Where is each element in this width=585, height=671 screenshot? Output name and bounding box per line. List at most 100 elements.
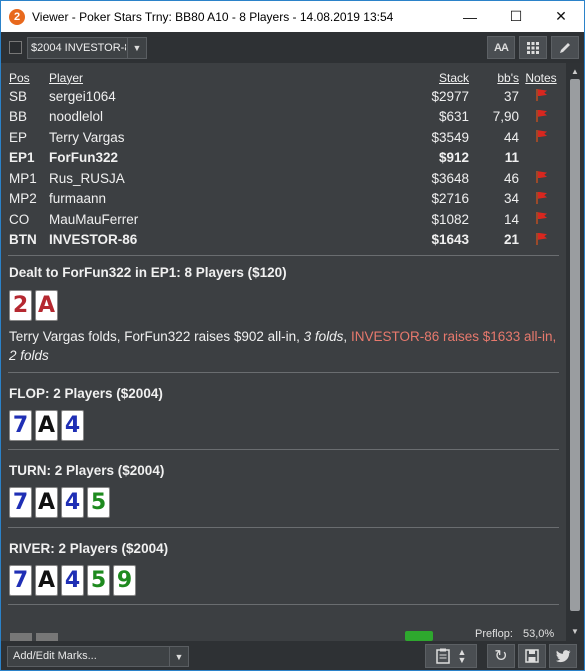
player-row[interactable]: BB noodlelol $631 7,90 [9, 107, 563, 128]
player-bbs: 7,90 [492, 109, 519, 125]
player-row[interactable]: SB sergei1064 $2977 37 [9, 86, 563, 107]
player-pos: BB [9, 109, 28, 125]
hole-cards: 2A [9, 290, 61, 321]
player-notes[interactable] [519, 127, 563, 148]
save-button[interactable] [518, 644, 546, 668]
player-row[interactable]: MP1 Rus_RUSJA $3648 46 [9, 168, 563, 189]
turn-title: TURN: 2 Players ($2004) [9, 463, 165, 478]
player-pos: CO [9, 211, 30, 227]
player-notes[interactable] [519, 86, 563, 107]
flag-icon[interactable] [534, 170, 548, 184]
player-notes[interactable] [519, 230, 563, 251]
flag-icon[interactable] [534, 232, 548, 245]
playing-card: A [35, 410, 58, 441]
player-pos: SB [9, 88, 28, 104]
header-pos[interactable]: Pos [9, 69, 49, 86]
header-player[interactable]: Player [49, 69, 349, 86]
twitter-share-button[interactable] [549, 644, 577, 668]
player-row[interactable]: BTN INVESTOR-86 $1643 21 [9, 230, 563, 251]
player-bbs: 37 [503, 88, 519, 104]
section-divider [8, 604, 559, 605]
player-row[interactable]: MP2 furmaann $2716 34 [9, 189, 563, 210]
player-notes[interactable] [519, 148, 563, 169]
player-bbs: 46 [503, 170, 519, 186]
flag-icon[interactable] [534, 88, 548, 102]
marks-dropdown-value: Add/Edit Marks... [13, 650, 97, 662]
player-stack: $3648 [431, 170, 469, 186]
close-button[interactable]: ✕ [538, 1, 584, 32]
marks-dropdown[interactable]: Add/Edit Marks... ▼ [7, 646, 189, 667]
vertical-scrollbar[interactable]: ▲ ▼ [566, 63, 584, 641]
save-icon [525, 649, 539, 663]
flag-icon[interactable] [534, 109, 548, 122]
scroll-up-icon[interactable]: ▲ [571, 67, 579, 76]
stats-indicator [405, 631, 433, 641]
stats-toggle-button[interactable] [10, 633, 32, 641]
chevron-down-icon[interactable]: ▼ [169, 647, 188, 666]
player-row[interactable]: CO MauMauFerrer $1082 14 [9, 209, 563, 230]
notes-sort-button[interactable]: ▲ ▼ [425, 644, 477, 668]
stats-toggle-button[interactable] [36, 633, 58, 641]
section-divider [8, 527, 559, 528]
playing-card: 5 [87, 487, 110, 518]
player-name: ForFun322 [49, 150, 119, 166]
player-bbs: 34 [503, 191, 519, 207]
player-pos: MP1 [9, 170, 37, 186]
maximize-button[interactable]: ☐ [493, 1, 539, 32]
playing-card: 5 [87, 565, 110, 596]
edit-button[interactable] [551, 36, 579, 59]
flop-title: FLOP: 2 Players ($2004) [9, 386, 163, 401]
player-stack: $2977 [431, 88, 469, 104]
playing-card: 2 [9, 290, 32, 321]
grid-button[interactable] [519, 36, 547, 59]
player-name: Rus_RUSJA [49, 170, 125, 186]
action-text-folds: 3 folds [303, 329, 344, 344]
player-notes[interactable] [519, 168, 563, 189]
header-notes[interactable]: Notes [519, 69, 563, 86]
player-pos: EP1 [9, 150, 35, 166]
playing-card: 4 [61, 487, 84, 518]
hand-history-panel: Pos Player Stack bb's Notes SB sergei1064… [1, 63, 566, 641]
scroll-thumb[interactable] [570, 79, 580, 611]
window-title: Viewer - Poker Stars Trny: BB80 A10 - 8 … [32, 9, 394, 24]
header-stack[interactable]: Stack [349, 69, 469, 86]
turn-cards: 7A45 [9, 487, 113, 518]
playing-card: 4 [61, 565, 84, 596]
player-pos: EP [9, 129, 28, 145]
playing-card: 9 [113, 565, 136, 596]
flag-icon[interactable] [534, 191, 548, 204]
player-stack: $3549 [431, 129, 469, 145]
player-name: MauMauFerrer [49, 211, 139, 227]
playing-card: A [35, 565, 58, 596]
preflop-stat-label: Preflop: [475, 628, 513, 640]
river-cards: 7A459 [9, 565, 139, 596]
playing-card: A [35, 290, 58, 321]
clipboard-icon [435, 648, 450, 664]
font-size-button[interactable]: AA [487, 36, 515, 59]
hand-select-dropdown[interactable]: $2004 INVESTOR-86 ▼ [27, 37, 147, 59]
font-size-label: AA [494, 41, 509, 54]
player-bbs: 11 [504, 150, 519, 166]
select-checkbox[interactable] [9, 41, 22, 54]
action-text-sep: , [343, 329, 351, 344]
scroll-down-icon[interactable]: ▼ [571, 627, 579, 636]
refresh-button[interactable]: ↻ [487, 644, 515, 668]
player-row[interactable]: EP1 ForFun322 $912 11 [9, 148, 563, 169]
player-row[interactable]: EP Terry Vargas $3549 44 [9, 127, 563, 148]
player-name: furmaann [49, 191, 107, 207]
player-stack: $1643 [431, 232, 469, 248]
table-header-row: Pos Player Stack bb's Notes [9, 69, 563, 86]
player-notes[interactable] [519, 209, 563, 230]
player-stack: $631 [438, 109, 469, 125]
flop-cards: 7A4 [9, 410, 87, 441]
chevron-down-icon[interactable]: ▼ [127, 38, 146, 58]
header-bbs[interactable]: bb's [469, 69, 519, 86]
player-notes[interactable] [519, 107, 563, 128]
player-notes[interactable] [519, 189, 563, 210]
playing-card: A [35, 487, 58, 518]
playing-card: 7 [9, 487, 32, 518]
flag-icon[interactable] [534, 129, 548, 143]
flag-icon[interactable] [534, 211, 548, 225]
player-name: sergei1064 [49, 88, 116, 104]
minimize-button[interactable]: — [447, 1, 493, 32]
